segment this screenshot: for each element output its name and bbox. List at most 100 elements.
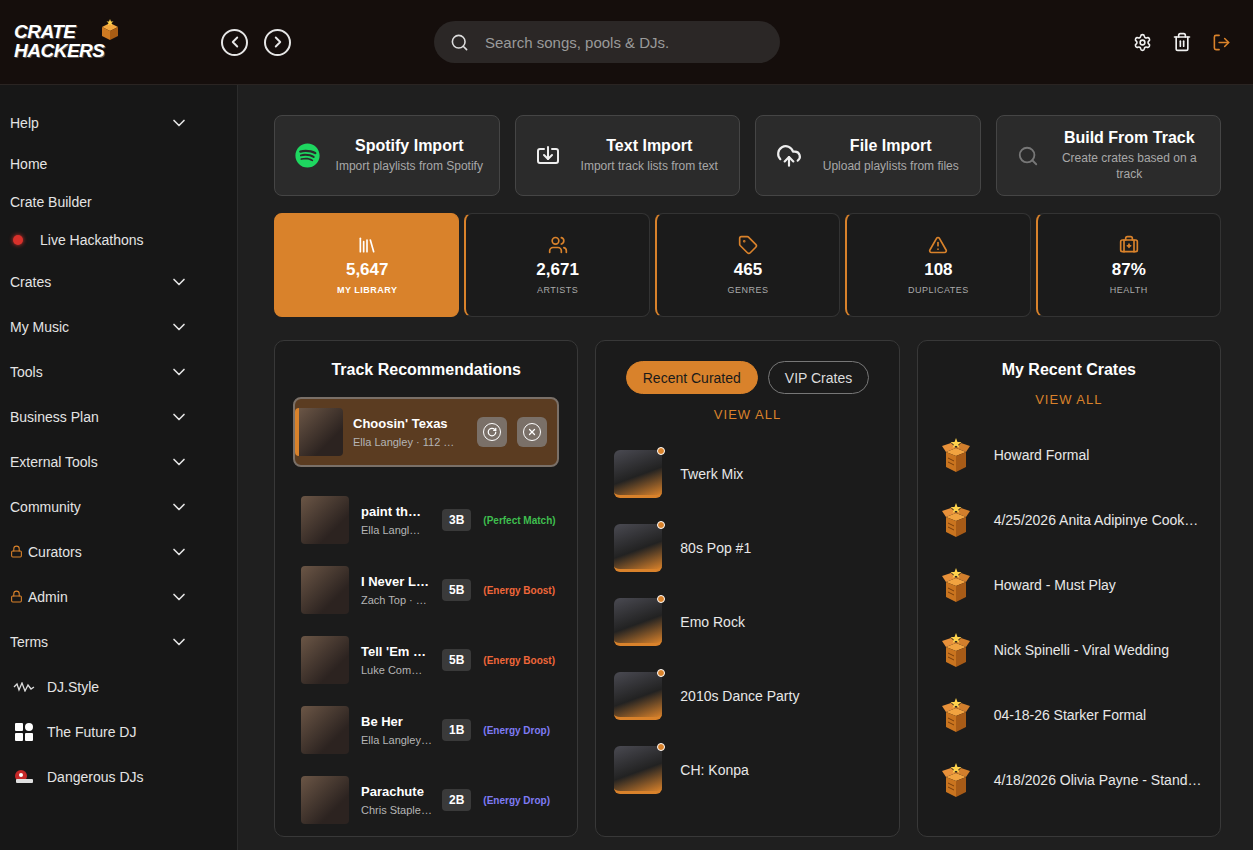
match-label: (Energy Drop) <box>483 795 559 806</box>
curator-badge <box>657 743 665 751</box>
recommendation-row[interactable]: Be HerElla Langley…1B(Energy Drop) <box>293 695 559 765</box>
logo[interactable]: CRATEHACKERS <box>0 23 221 60</box>
chevron-down-icon <box>169 272 189 292</box>
sidebar-item[interactable]: Home <box>0 145 237 183</box>
settings-button[interactable] <box>1133 33 1152 52</box>
curated-crate-row[interactable]: Emo Rock <box>614 585 880 659</box>
sidebar-item[interactable]: DJ.Style <box>0 664 237 709</box>
crate-name: Howard Formal <box>994 447 1090 463</box>
sidebar-item[interactable]: Crates <box>0 259 237 304</box>
dismiss-badge <box>523 423 541 441</box>
sidebar-item[interactable]: Business Plan <box>0 394 237 439</box>
sidebar-item[interactable]: Tools <box>0 349 237 394</box>
future-dj-logo-icon <box>14 722 34 742</box>
stat-card[interactable]: 87%HEALTH <box>1036 213 1221 317</box>
sidebar-label: Dangerous DJs <box>47 769 189 785</box>
recent-crates-panel: My Recent Crates VIEW ALL Howard Formal 4/2… <box>917 340 1221 837</box>
curator-photo <box>614 524 662 572</box>
tab[interactable]: Recent Curated <box>626 361 758 394</box>
curated-crate-row[interactable]: Twerk Mix <box>614 437 880 511</box>
panel-title: My Recent Crates <box>936 361 1202 379</box>
dismiss-button[interactable] <box>517 417 547 447</box>
track-title: Choosin' Texas <box>353 416 467 431</box>
album-art <box>295 408 343 456</box>
stat-card[interactable]: 2,671ARTISTS <box>464 213 649 317</box>
stat-card[interactable]: 5,647 MY LIBRARY <box>274 213 459 317</box>
stat-value: 108 <box>924 260 952 280</box>
stat-card[interactable]: 108DUPLICATES <box>845 213 1030 317</box>
sidebar-label: Terms <box>10 634 160 650</box>
crate-name: 4/25/2026 Anita Adipinye Cook… <box>994 512 1199 528</box>
recent-crate-row[interactable]: Howard Formal <box>936 422 1202 487</box>
track-subtitle: Ella Langley · 112 … <box>353 436 467 448</box>
recent-crate-row[interactable]: Nick Spinelli - Viral Wedding <box>936 617 1202 682</box>
chevron-down-icon <box>169 542 189 562</box>
sidebar-label: Curators <box>28 544 160 560</box>
curator-photo <box>614 450 662 498</box>
recent-crate-row[interactable]: 4/25/2026 Anita Adipinye Cook… <box>936 487 1202 552</box>
close-icon <box>527 427 537 437</box>
track-title: Parachute <box>361 784 430 799</box>
recent-crate-row[interactable]: 04-18-26 Starker Formal <box>936 682 1202 747</box>
refresh-badge <box>483 423 501 441</box>
crate-icon <box>940 436 972 474</box>
view-all-link[interactable]: VIEW ALL <box>708 406 787 423</box>
back-button[interactable] <box>221 29 248 56</box>
recommendation-row[interactable]: paint th…Ella Langl…3B(Perfect Match) <box>293 485 559 555</box>
sidebar-item[interactable]: Dangerous DJs <box>0 754 237 799</box>
sidebar-label: Business Plan <box>10 409 160 425</box>
match-label: (Perfect Match) <box>483 515 559 526</box>
search-input[interactable] <box>483 33 764 52</box>
view-all-link[interactable]: VIEW ALL <box>1029 391 1108 408</box>
crate-icon-wrap <box>936 631 976 669</box>
recent-crate-row[interactable]: Howard - Must Play <box>936 552 1202 617</box>
current-track[interactable]: Choosin' Texas Ella Langley · 112 … <box>293 397 559 467</box>
import-subtitle: Create crates based on a track <box>1051 151 1209 182</box>
crate-icon <box>940 631 972 669</box>
users-icon <box>548 235 568 255</box>
tab[interactable]: VIP Crates <box>768 361 869 394</box>
external-logo <box>10 722 38 742</box>
sidebar-item[interactable]: External Tools <box>0 439 237 484</box>
sidebar-item[interactable]: My Music <box>0 304 237 349</box>
curated-crate-row[interactable]: 80s Pop #1 <box>614 511 880 585</box>
refresh-button[interactable] <box>477 417 507 447</box>
recent-crate-row[interactable]: 4/18/2026 Olivia Payne - Stand… <box>936 747 1202 812</box>
stat-value: 2,671 <box>536 260 579 280</box>
stat-card[interactable]: 465GENRES <box>655 213 840 317</box>
sidebar-item[interactable]: Community <box>0 484 237 529</box>
chevron-down-icon <box>169 452 189 472</box>
sidebar-item[interactable]: Help <box>0 100 237 145</box>
recommendation-row[interactable]: Tell 'Em …Luke Com…5B(Energy Boost) <box>293 625 559 695</box>
import-card[interactable]: Text ImportImport track lists from text <box>515 115 741 196</box>
sidebar-item[interactable]: Curators <box>0 529 237 574</box>
recommendation-row[interactable]: I Never L…Zach Top · …5B(Energy Boost) <box>293 555 559 625</box>
logout-icon <box>1212 33 1231 52</box>
stat-value: 5,647 <box>346 260 389 280</box>
sidebar-item[interactable]: Admin <box>0 574 237 619</box>
forward-button[interactable] <box>264 29 291 56</box>
track-artist: Ella Langley… <box>361 734 430 746</box>
logout-button[interactable] <box>1212 33 1231 52</box>
import-card[interactable]: Build From TrackCreate crates based on a… <box>996 115 1222 196</box>
import-card[interactable]: Spotify ImportImport playlists from Spot… <box>274 115 500 196</box>
curated-crate-row[interactable]: CH: Konpa <box>614 733 880 807</box>
recommendation-row[interactable]: ParachuteChris Staple…2B(Energy Drop) <box>293 765 559 835</box>
curated-crate-row[interactable]: 2010s Dance Party <box>614 659 880 733</box>
stat-label: MY LIBRARY <box>337 285 398 295</box>
recent-crates-list: Howard Formal 4/25/2026 Anita Adipinye Co… <box>936 422 1202 812</box>
crate-name: Twerk Mix <box>680 466 743 482</box>
trash-button[interactable] <box>1172 32 1192 52</box>
key-badge: 5B <box>442 649 471 671</box>
refresh-icon <box>487 427 497 437</box>
sidebar-item[interactable]: Crate Builder <box>0 183 237 221</box>
sidebar-label: Home <box>10 156 189 172</box>
track-title: I Never L… <box>361 574 430 589</box>
import-card[interactable]: File ImportUpload playlists from files <box>755 115 981 196</box>
sidebar-item[interactable]: Live Hackathons <box>0 221 237 259</box>
key-badge: 3B <box>442 509 471 531</box>
sidebar-item[interactable]: The Future DJ <box>0 709 237 754</box>
curated-list: Twerk Mix 80s Pop #1Emo Rock2010s Dance P… <box>614 437 880 807</box>
import-subtitle: Import playlists from Spotify <box>336 159 483 175</box>
sidebar-item[interactable]: Terms <box>0 619 237 664</box>
